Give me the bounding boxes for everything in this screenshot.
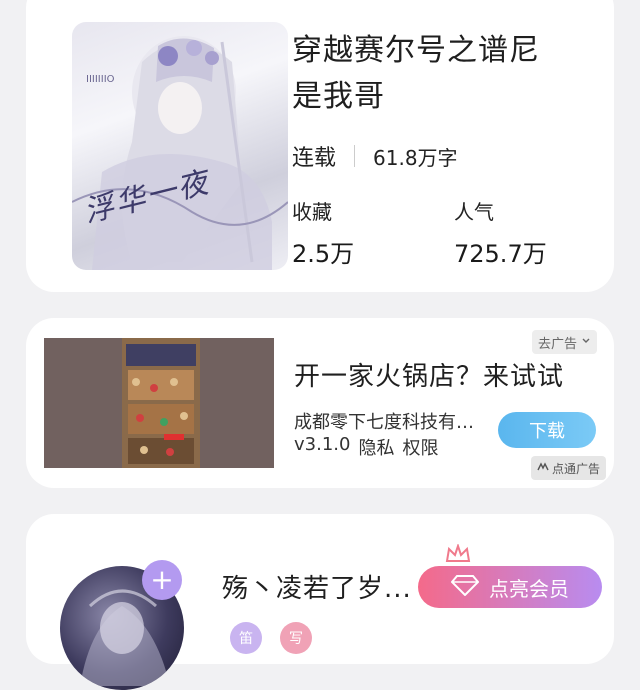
book-cover-image[interactable]: IIIIIIIO 浮华一夜	[72, 22, 288, 270]
ad-version: v3.1.0	[294, 434, 351, 455]
book-title-line1: 穿越赛尔号之谱尼	[292, 33, 540, 68]
download-button[interactable]: 下载	[498, 412, 596, 448]
ad-badge-label: 点通广告	[552, 461, 601, 476]
ad-logo-icon	[537, 461, 549, 476]
book-card[interactable]: IIIIIIIO 浮华一夜 穿越赛尔号之谱尼 是我哥 连载 61.8万字 收藏 …	[26, 0, 614, 292]
chevron-down-icon	[581, 335, 591, 350]
ad-source-badge: 点通广告	[531, 456, 607, 480]
diamond-icon	[450, 574, 480, 601]
vip-label: 点亮会员	[489, 576, 569, 601]
book-title-line2: 是我哥	[292, 79, 385, 114]
ad-company: 成都零下七度科技有限公司	[294, 412, 489, 433]
favorites-value: 2.5万	[292, 240, 355, 268]
ad-meta-links: v3.1.0 隐私 权限	[294, 434, 438, 460]
author-card[interactable]: + 殇丶凌若了岁... 点亮会员 笛 写	[26, 514, 614, 690]
ad-game-screenshot[interactable]	[44, 338, 274, 468]
book-meta: 连载 61.8万字	[292, 140, 458, 172]
plus-icon: +	[150, 563, 174, 596]
ad-card[interactable]: 去广告 开一家火锅店？来试试 成都零下七度科技有限公司 v3.1.0 隐私 权限…	[26, 318, 614, 488]
book-title[interactable]: 穿越赛尔号之谱尼 是我哥	[292, 28, 592, 120]
meta-divider	[354, 145, 356, 167]
popularity-label: 人气	[454, 200, 494, 224]
permission-link[interactable]: 权限	[402, 434, 438, 460]
favorites-label: 收藏	[292, 200, 332, 224]
privacy-link[interactable]: 隐私	[358, 434, 394, 460]
svg-text:IIIIIIIO: IIIIIIIO	[86, 74, 115, 85]
remove-ad-label: 去广告	[538, 336, 578, 352]
word-count: 61.8万字	[373, 145, 458, 170]
crown-icon	[444, 542, 472, 568]
ad-title[interactable]: 开一家火锅店？来试试	[294, 356, 564, 393]
follow-add-button[interactable]: +	[142, 560, 182, 600]
serial-status: 连载	[292, 146, 337, 171]
remove-ad-button[interactable]: 去广告	[532, 330, 598, 354]
author-name[interactable]: 殇丶凌若了岁...	[222, 568, 412, 605]
author-tag-2: 写	[280, 622, 312, 654]
author-tag-1: 笛	[230, 622, 262, 654]
activate-vip-button[interactable]: 点亮会员	[418, 566, 602, 608]
popularity-value: 725.7万	[454, 240, 547, 268]
